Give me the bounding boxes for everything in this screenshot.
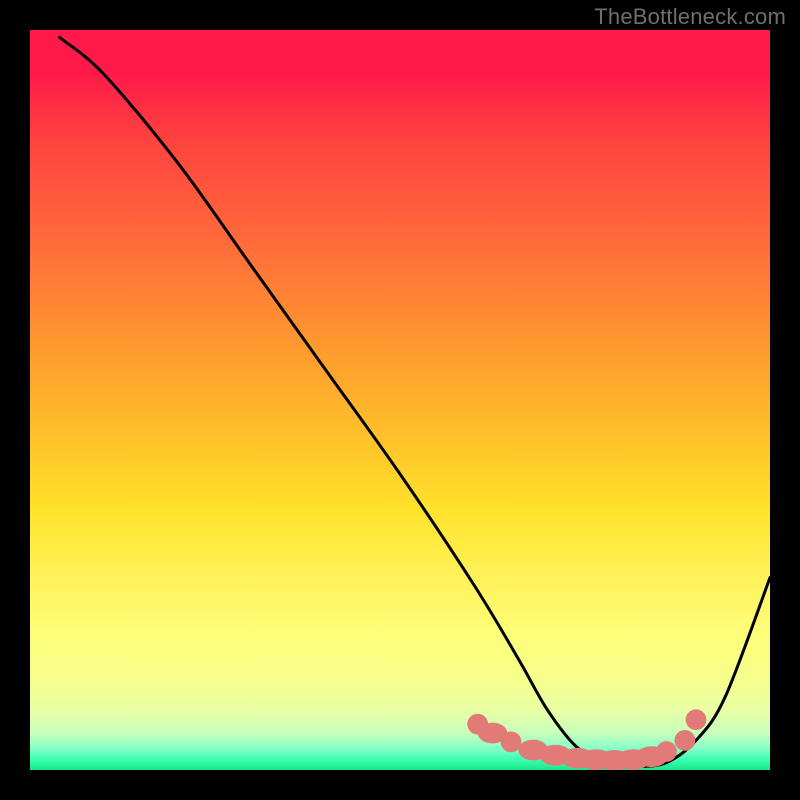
marker-dot <box>675 730 696 751</box>
curve-path <box>60 37 770 766</box>
marker-dot <box>686 709 707 730</box>
chart-svg <box>30 30 770 770</box>
marker-dot <box>656 741 677 762</box>
marker-dot <box>501 732 522 753</box>
plot-area <box>30 30 770 770</box>
marker-points <box>467 709 706 770</box>
watermark-text: TheBottleneck.com <box>594 4 786 30</box>
chart-frame: TheBottleneck.com <box>0 0 800 800</box>
curve-line <box>60 37 770 766</box>
